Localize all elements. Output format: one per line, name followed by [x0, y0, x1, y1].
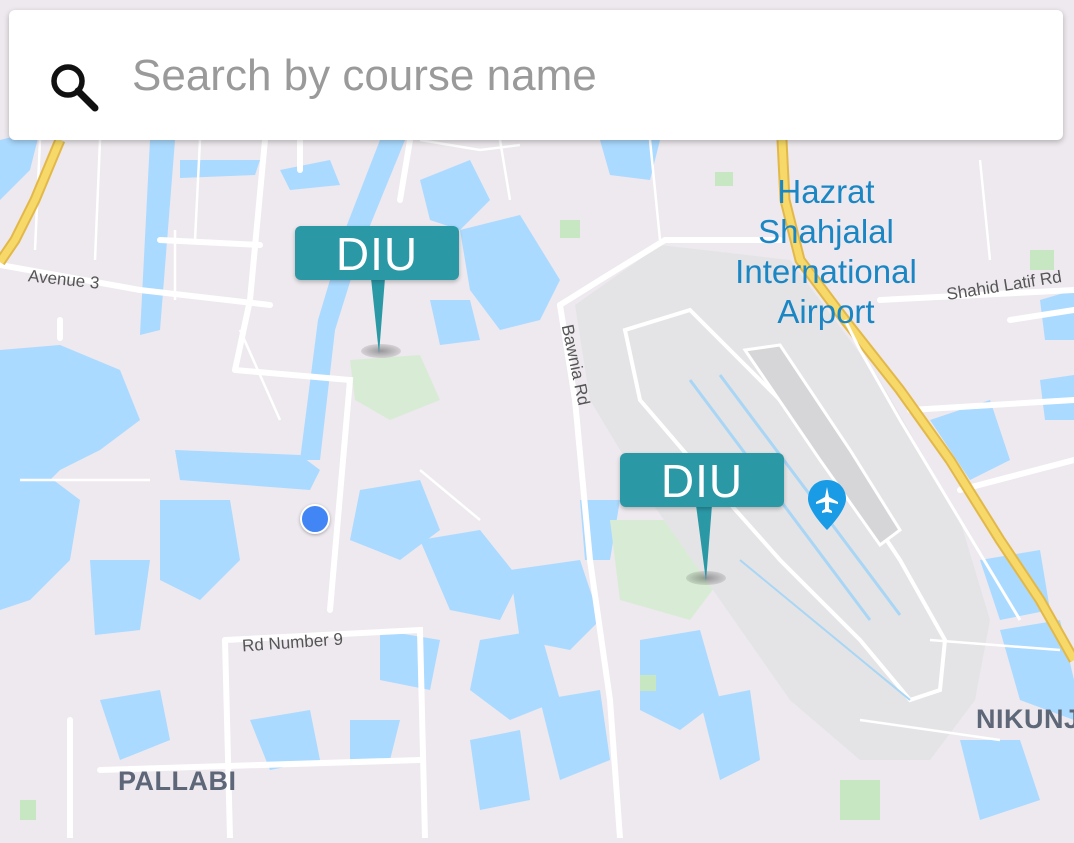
my-location-dot: [300, 504, 330, 534]
airport-label-line-4: Airport: [777, 293, 875, 330]
course-marker-diu-2[interactable]: DIU: [620, 453, 784, 593]
marker-pointer: [696, 505, 712, 581]
marker-label-box: DIU: [295, 226, 459, 280]
airport-label-line-3: International: [735, 253, 917, 290]
search-icon[interactable]: [47, 60, 101, 114]
marker-label: DIU: [335, 228, 419, 280]
search-input[interactable]: [132, 48, 1032, 104]
marker-label-box: DIU: [620, 453, 784, 507]
airplane-icon[interactable]: [805, 478, 849, 532]
airport-label-line-1: Hazrat: [777, 173, 875, 210]
course-marker-diu-1[interactable]: DIU: [295, 226, 459, 366]
area-label-nikunja: NIKUNJ: [976, 704, 1074, 734]
airport-label-line-2: Shahjalal: [758, 213, 894, 250]
marker-pointer: [371, 278, 385, 354]
poi-label-airport[interactable]: Hazrat Shahjalal International Airport: [716, 172, 936, 332]
search-bar[interactable]: [9, 10, 1063, 140]
area-label-pallabi: PALLABI: [118, 766, 237, 796]
marker-label: DIU: [660, 455, 744, 507]
